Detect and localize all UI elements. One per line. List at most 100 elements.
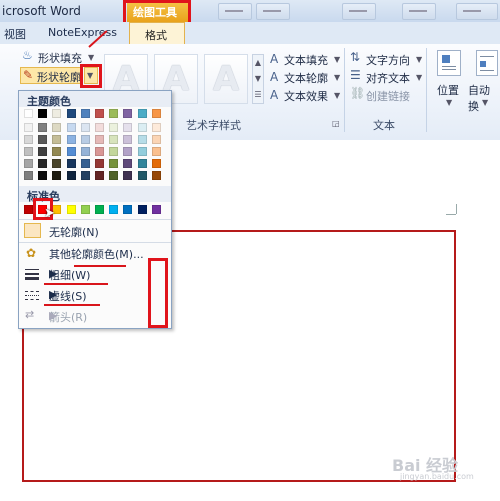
theme-shade-swatch[interactable] bbox=[95, 135, 104, 144]
theme-shade-swatch[interactable] bbox=[137, 135, 147, 144]
align-text-button[interactable]: 对齐文本 bbox=[366, 70, 410, 86]
theme-shade-swatch[interactable] bbox=[80, 147, 90, 156]
create-link-button[interactable]: 创建链接 bbox=[366, 88, 410, 104]
tab-noteexpress[interactable]: NoteExpress bbox=[48, 26, 117, 39]
doc-tab-2[interactable] bbox=[342, 3, 376, 20]
text-effects-button[interactable]: 文本效果 bbox=[284, 88, 328, 104]
dialog-launcher-icon[interactable]: ◲ bbox=[332, 119, 340, 128]
theme-color-swatch[interactable] bbox=[38, 109, 48, 118]
theme-shade-swatch[interactable] bbox=[137, 171, 147, 180]
theme-shade-swatch[interactable] bbox=[109, 123, 119, 132]
theme-color-swatch[interactable] bbox=[24, 109, 33, 118]
standard-color-swatch[interactable] bbox=[95, 205, 104, 214]
theme-shade-swatch[interactable] bbox=[109, 147, 119, 156]
theme-shade-swatch[interactable] bbox=[80, 159, 90, 168]
standard-color-swatch[interactable] bbox=[123, 205, 133, 214]
theme-shade-swatch[interactable] bbox=[66, 147, 76, 156]
theme-shade-swatch[interactable] bbox=[66, 171, 76, 180]
theme-shade-swatch[interactable] bbox=[38, 123, 48, 132]
chevron-down-icon[interactable]: ▼ bbox=[416, 55, 422, 64]
theme-shade-swatch[interactable] bbox=[66, 135, 76, 144]
theme-shade-swatch[interactable] bbox=[52, 123, 62, 132]
theme-shade-swatch[interactable] bbox=[38, 171, 48, 180]
wordart-style-3[interactable]: A bbox=[204, 54, 248, 104]
theme-color-swatch[interactable] bbox=[137, 109, 147, 118]
theme-shade-swatch[interactable] bbox=[109, 135, 119, 144]
wrap-text-icon[interactable] bbox=[476, 50, 498, 76]
theme-shade-swatch[interactable] bbox=[151, 171, 161, 180]
standard-color-swatch[interactable] bbox=[24, 205, 33, 214]
position-icon[interactable] bbox=[437, 50, 461, 76]
more-icon[interactable]: ☰ bbox=[253, 87, 263, 103]
text-fill-button[interactable]: 文本填充 bbox=[284, 52, 328, 68]
theme-shade-swatch[interactable] bbox=[80, 135, 90, 144]
theme-shade-swatch[interactable] bbox=[66, 159, 76, 168]
theme-shade-swatch[interactable] bbox=[137, 159, 147, 168]
theme-shade-swatch[interactable] bbox=[151, 159, 161, 168]
position-button[interactable]: 位置 bbox=[437, 82, 459, 98]
standard-color-swatch[interactable] bbox=[66, 205, 76, 214]
chevron-down-icon[interactable]: ▼ bbox=[334, 73, 340, 82]
theme-color-swatch[interactable] bbox=[109, 109, 119, 118]
theme-shade-swatch[interactable] bbox=[109, 171, 119, 180]
theme-color-swatch[interactable] bbox=[123, 109, 133, 118]
tab-format[interactable]: 格式 bbox=[129, 22, 185, 44]
text-outline-button[interactable]: 文本轮廓 bbox=[284, 70, 328, 86]
theme-shade-swatch[interactable] bbox=[123, 147, 133, 156]
theme-shade-swatch[interactable] bbox=[123, 123, 133, 132]
chevron-down-icon[interactable]: ▼ bbox=[334, 91, 340, 100]
theme-shade-swatch[interactable] bbox=[38, 159, 48, 168]
theme-shade-swatch[interactable] bbox=[52, 159, 62, 168]
theme-color-swatch[interactable] bbox=[151, 109, 161, 118]
theme-shade-swatch[interactable] bbox=[151, 147, 161, 156]
theme-shade-swatch[interactable] bbox=[24, 147, 33, 156]
theme-shade-swatch[interactable] bbox=[123, 159, 133, 168]
theme-shade-swatch[interactable] bbox=[80, 123, 90, 132]
theme-color-swatch[interactable] bbox=[66, 109, 76, 118]
theme-shade-swatch[interactable] bbox=[24, 135, 33, 144]
standard-color-swatch[interactable] bbox=[80, 205, 90, 214]
theme-shade-swatch[interactable] bbox=[123, 135, 133, 144]
shape-fill-button[interactable]: 形状填充 bbox=[38, 50, 82, 66]
chevron-down-icon[interactable]: ▼ bbox=[253, 71, 263, 87]
standard-color-swatch[interactable] bbox=[109, 205, 119, 214]
theme-shade-swatch[interactable] bbox=[151, 135, 161, 144]
theme-shade-swatch[interactable] bbox=[95, 171, 104, 180]
chevron-up-icon[interactable]: ▲ bbox=[253, 55, 263, 71]
theme-color-swatch[interactable] bbox=[80, 109, 90, 118]
theme-color-swatch[interactable] bbox=[52, 109, 62, 118]
theme-shade-swatch[interactable] bbox=[137, 123, 147, 132]
standard-color-swatch[interactable] bbox=[137, 205, 147, 214]
chevron-down-icon[interactable]: ▼ bbox=[416, 73, 422, 82]
theme-shade-swatch[interactable] bbox=[66, 123, 76, 132]
theme-shade-swatch[interactable] bbox=[95, 123, 104, 132]
standard-color-swatch[interactable] bbox=[151, 205, 161, 214]
text-direction-button[interactable]: 文字方向 bbox=[366, 52, 410, 68]
no-outline-item[interactable]: 无轮廓(N) bbox=[19, 221, 171, 241]
close-doc-button[interactable] bbox=[456, 3, 498, 20]
theme-shade-swatch[interactable] bbox=[95, 147, 104, 156]
chevron-down-icon[interactable]: ▼ bbox=[88, 53, 94, 62]
theme-shade-swatch[interactable] bbox=[38, 147, 48, 156]
chevron-down-icon[interactable]: ▼ bbox=[334, 55, 340, 64]
tab-view[interactable]: 视图 bbox=[4, 26, 26, 42]
theme-shade-swatch[interactable] bbox=[24, 123, 33, 132]
theme-shade-swatch[interactable] bbox=[123, 171, 133, 180]
theme-shade-swatch[interactable] bbox=[52, 171, 62, 180]
doc-tab-1[interactable] bbox=[256, 3, 290, 20]
chevron-down-icon[interactable]: ▼ bbox=[446, 98, 452, 107]
doc-tab-3[interactable] bbox=[402, 3, 436, 20]
theme-shade-swatch[interactable] bbox=[24, 159, 33, 168]
chevron-down-icon[interactable]: ▼ bbox=[482, 98, 488, 107]
theme-shade-swatch[interactable] bbox=[137, 147, 147, 156]
theme-shade-swatch[interactable] bbox=[24, 171, 33, 180]
theme-shade-swatch[interactable] bbox=[151, 123, 161, 132]
theme-color-swatch[interactable] bbox=[95, 109, 104, 118]
theme-shade-swatch[interactable] bbox=[52, 147, 62, 156]
theme-shade-swatch[interactable] bbox=[80, 171, 90, 180]
theme-shade-swatch[interactable] bbox=[95, 159, 104, 168]
theme-shade-swatch[interactable] bbox=[38, 135, 48, 144]
theme-shade-swatch[interactable] bbox=[52, 135, 62, 144]
shape-outline-button[interactable]: ✎ 形状轮廓 bbox=[20, 67, 82, 84]
minimize-button[interactable] bbox=[218, 3, 252, 20]
